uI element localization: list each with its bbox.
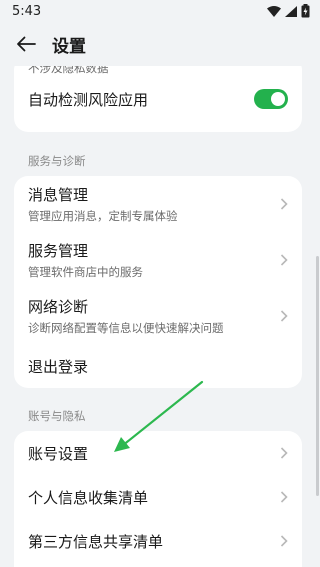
clipped-text: 不涉及隐私数据 (28, 66, 109, 75)
auto-detect-row[interactable]: 自动检测风险应用 (14, 76, 302, 122)
status-bar: 5:43 (0, 0, 320, 22)
list-item-service-management[interactable]: 服务管理 管理软件商店中的服务 (14, 232, 302, 288)
status-icons (267, 4, 310, 18)
status-time: 5:43 (12, 3, 42, 19)
item-title: 服务管理 (28, 242, 89, 260)
logout-label: 退出登录 (28, 357, 89, 376)
item-title: 网络诊断 (28, 298, 89, 316)
item-subtitle: 管理应用消息，定制专属体验 (28, 209, 178, 223)
back-button[interactable] (2, 22, 50, 66)
chevron-right-icon (280, 198, 288, 210)
logout-button[interactable]: 退出登录 (14, 344, 302, 388)
item-title: 账号设置 (28, 444, 89, 463)
item-title: 第三方信息共享清单 (28, 532, 164, 551)
chevron-right-icon (280, 310, 288, 322)
chevron-right-icon (280, 254, 288, 266)
list-item-third-party-sharing[interactable]: 第三方信息共享清单 (14, 519, 302, 563)
toggle-knob (271, 92, 285, 106)
services-card: 消息管理 管理应用消息，定制专属体验 服务管理 管理软件商店中的服务 网络诊断 … (14, 176, 302, 388)
chevron-right-icon (280, 535, 288, 547)
item-text: 服务管理 管理软件商店中的服务 (28, 240, 143, 280)
wifi-icon (267, 5, 281, 17)
item-text: 消息管理 管理应用消息，定制专属体验 (28, 184, 178, 224)
item-subtitle: 诊断网络配置等信息以便快速解决问题 (28, 321, 224, 335)
auto-detect-label: 自动检测风险应用 (28, 90, 149, 109)
item-subtitle: 管理软件商店中的服务 (28, 265, 143, 279)
auto-detect-toggle[interactable] (254, 89, 288, 109)
item-title: 个人信息收集清单 (28, 488, 149, 507)
account-card: 账号设置 个人信息收集清单 第三方信息共享清单 (14, 431, 302, 567)
back-arrow-icon (17, 36, 36, 52)
battery-icon (301, 4, 310, 18)
list-item-message-management[interactable]: 消息管理 管理应用消息，定制专属体验 (14, 176, 302, 232)
list-item-network-diagnosis[interactable]: 网络诊断 诊断网络配置等信息以便快速解决问题 (14, 288, 302, 344)
item-title: 消息管理 (28, 186, 89, 204)
section-label-services: 服务与诊断 (28, 154, 86, 168)
chevron-right-icon (280, 491, 288, 503)
privacy-card: 不涉及隐私数据 自动检测风险应用 (14, 66, 302, 132)
settings-list[interactable]: 不涉及隐私数据 自动检测风险应用 服务与诊断 消息管理 管理应用消息，定制专属体… (0, 66, 320, 567)
item-text: 网络诊断 诊断网络配置等信息以便快速解决问题 (28, 296, 224, 336)
section-label-account: 账号与隐私 (28, 409, 86, 423)
signal-icon (285, 5, 297, 17)
list-item-personal-info-list[interactable]: 个人信息收集清单 (14, 475, 302, 519)
page-title: 设置 (52, 36, 86, 57)
chevron-right-icon (280, 447, 288, 459)
scrollbar[interactable] (316, 256, 319, 496)
list-item-account-settings[interactable]: 账号设置 (14, 431, 302, 475)
app-header: 设置 (0, 22, 320, 66)
clipped-text-row: 不涉及隐私数据 (14, 66, 302, 76)
